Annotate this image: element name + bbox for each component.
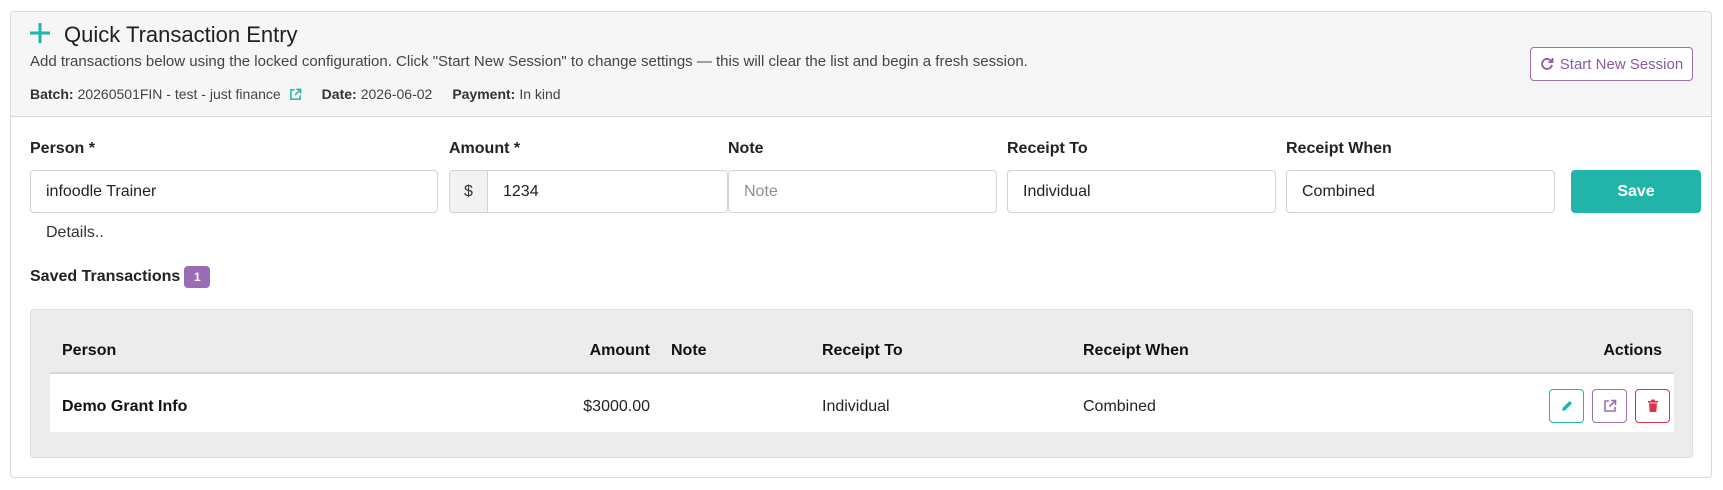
amount-input[interactable]	[487, 170, 728, 213]
row-receipt-when: Combined	[1083, 398, 1156, 415]
note-input[interactable]	[728, 170, 997, 213]
date-info: Date: 2026-06-02	[322, 86, 433, 102]
quick-transaction-card: Quick Transaction Entry Add transactions…	[10, 11, 1712, 478]
card-header: Quick Transaction Entry Add transactions…	[11, 12, 1711, 117]
amount-label: Amount *	[449, 140, 521, 157]
page-subtitle: Add transactions below using the locked …	[30, 53, 1028, 70]
open-button[interactable]	[1592, 389, 1627, 423]
batch-label: Batch:	[30, 86, 74, 102]
external-link-icon	[1603, 399, 1616, 412]
saved-count-badge: 1	[184, 266, 211, 288]
payment-info: Payment: In kind	[452, 86, 560, 102]
receipt-to-label: Receipt To	[1007, 140, 1088, 157]
refresh-icon	[1541, 58, 1554, 70]
saved-transactions-label: Saved Transactions	[30, 268, 181, 285]
saved-transactions-title: Saved Transactions 1	[30, 266, 211, 288]
column-header-receipt-when: Receipt When	[1083, 342, 1189, 359]
session-meta: Batch: 20260501FIN - test - just finance…	[30, 86, 581, 102]
saved-transactions-table: Person Amount Note Receipt To Receipt Wh…	[30, 309, 1693, 458]
column-header-note: Note	[671, 342, 707, 359]
plus-icon	[30, 23, 50, 43]
currency-addon: $	[449, 170, 488, 213]
row-person: Demo Grant Info	[62, 398, 188, 415]
trash-icon	[1647, 399, 1658, 412]
table-row: Demo Grant Info $3000.00 Individual Comb…	[50, 374, 1674, 432]
receipt-to-input[interactable]	[1007, 170, 1276, 213]
receipt-when-input[interactable]	[1286, 170, 1555, 213]
column-header-amount: Amount	[589, 342, 650, 359]
save-button[interactable]: Save	[1571, 170, 1701, 213]
receipt-when-label: Receipt When	[1286, 140, 1392, 157]
column-header-actions: Actions	[1603, 342, 1662, 359]
person-label: Person *	[30, 140, 95, 157]
column-header-receipt-to: Receipt To	[822, 342, 903, 359]
table-header: Person Amount Note Receipt To Receipt Wh…	[50, 310, 1674, 374]
date-value: 2026-06-02	[360, 86, 433, 102]
date-label: Date:	[321, 86, 357, 102]
pencil-icon	[1561, 401, 1572, 411]
page-title: Quick Transaction Entry	[64, 22, 298, 47]
payment-label: Payment:	[452, 86, 516, 102]
row-receipt-to: Individual	[822, 398, 890, 415]
batch-value: 20260501FIN - test - just finance	[77, 86, 281, 102]
column-header-person: Person	[62, 342, 117, 359]
details-link[interactable]: Details..	[46, 224, 104, 242]
note-label: Note	[728, 140, 764, 157]
row-amount: $3000.00	[583, 398, 650, 415]
start-new-session-button[interactable]: Start New Session	[1530, 47, 1693, 81]
delete-button[interactable]	[1635, 389, 1670, 423]
payment-value: In kind	[519, 86, 561, 102]
start-new-session-label: Start New Session	[1559, 55, 1684, 73]
batch-info: Batch: 20260501FIN - test - just finance	[30, 86, 302, 102]
external-link-icon[interactable]	[289, 88, 302, 101]
person-input[interactable]	[30, 170, 438, 213]
edit-button[interactable]	[1549, 389, 1584, 423]
